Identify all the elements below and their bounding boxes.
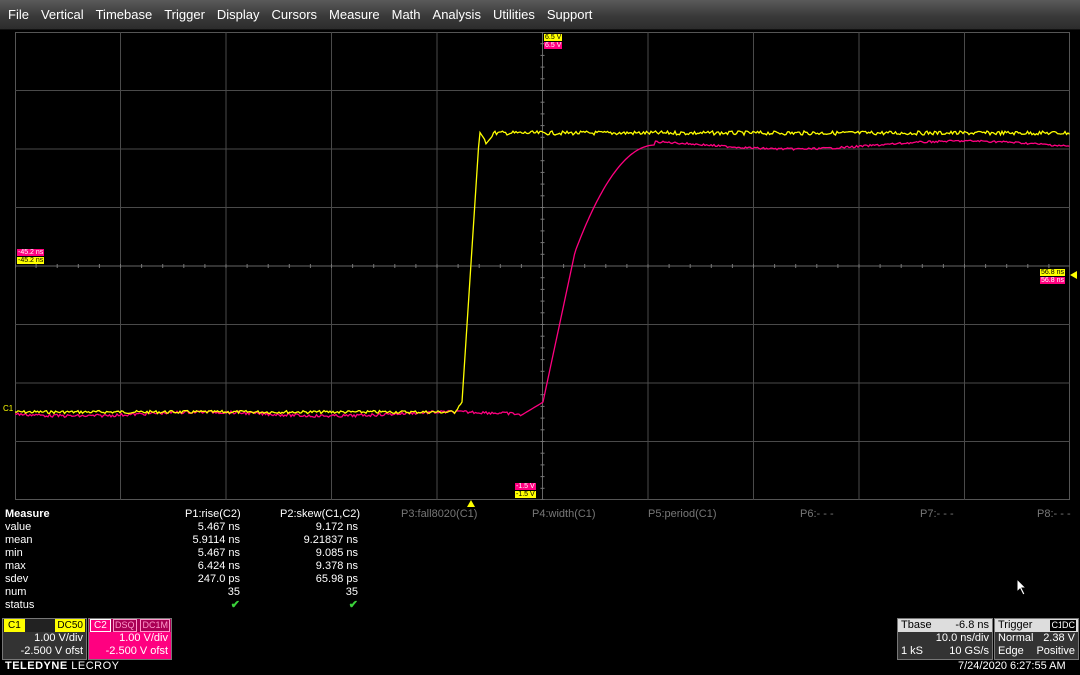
- c1-label: C1: [4, 619, 25, 632]
- measure-row-num: num 35 35: [0, 586, 1080, 599]
- c2-right-time-tag: 56.8 ns: [1040, 277, 1065, 284]
- c1-top-level-tag: 6.5 V: [544, 34, 563, 41]
- p2-min-value: 9.085 ns: [315, 547, 358, 559]
- trigger-type: Edge: [998, 645, 1024, 657]
- trigger-position-icon[interactable]: [467, 500, 475, 507]
- brand-sub: LECROY: [71, 660, 120, 672]
- timebase-rate: 10 GS/s: [949, 645, 989, 657]
- timebase-descriptor[interactable]: Tbase -6.8 ns 10.0 ns/div 1 kS 10 GS/s: [897, 618, 993, 660]
- c2-coupling: DC1M: [140, 619, 170, 632]
- p1-max-value: 6.424 ns: [197, 560, 240, 572]
- menu-utilities[interactable]: Utilities: [487, 0, 541, 29]
- param-header-p4[interactable]: P4:width(C1): [532, 508, 596, 521]
- mouse-pointer-icon: [1016, 578, 1028, 596]
- p1-num-value: 35: [227, 586, 240, 598]
- c1-vdiv: 1.00 V/div: [34, 632, 83, 644]
- p2-value-value: 9.172 ns: [315, 521, 358, 533]
- c1-right-time-tag: 56.8 ns: [1040, 269, 1065, 276]
- menu-vertical[interactable]: Vertical: [35, 0, 90, 29]
- trigger-slope: Positive: [1036, 645, 1075, 657]
- measure-header-row: Measure P1:rise(C2) P2:skew(C1,C2) P3:fall8…: [0, 508, 1080, 521]
- menu-support[interactable]: Support: [541, 0, 599, 29]
- param-header-p3[interactable]: P3:fall8020(C1): [401, 508, 477, 521]
- menu-math[interactable]: Math: [386, 0, 427, 29]
- measure-row-sdev: sdev 247.0 ps 65.98 ps: [0, 573, 1080, 586]
- p1-mean-value: 5.9114 ns: [192, 534, 240, 546]
- c2-bottom-level-tag: -1.5 V: [515, 483, 536, 490]
- param-header-p5[interactable]: P5:period(C1): [648, 508, 716, 521]
- measure-row-status: status ✔ ✔: [0, 599, 1080, 612]
- param-header-p7[interactable]: P7:- - -: [920, 508, 954, 521]
- c2-offset: -2.500 V ofst: [105, 645, 168, 657]
- trigger-descriptor[interactable]: Trigger C1 DC Normal 2.38 V Edge Positiv…: [994, 618, 1079, 660]
- c1-offset: -2.500 V ofst: [20, 645, 83, 657]
- c2-bandwidth: DSQ: [113, 619, 137, 632]
- param-header-p8[interactable]: P8:- - -: [1037, 508, 1071, 521]
- c1-ground-marker[interactable]: C1: [3, 404, 13, 413]
- p1-value-value: 5.467 ns: [197, 521, 240, 533]
- menu-display[interactable]: Display: [211, 0, 266, 29]
- c2-top-level-tag: 6.5 V: [544, 42, 563, 49]
- p2-sdev-value: 65.98 ps: [315, 573, 358, 585]
- p1-status-check-icon: ✔: [230, 599, 240, 611]
- trigger-level-icon[interactable]: [1070, 271, 1077, 279]
- measure-row-label: status: [5, 599, 35, 611]
- c1-coupling: DC50: [55, 619, 85, 632]
- datetime: 7/24/2020 6:27:55 AM: [958, 660, 1066, 672]
- c2-vdiv: 1.00 V/div: [119, 632, 168, 644]
- menu-cursors[interactable]: Cursors: [266, 0, 324, 29]
- p1-sdev-value: 247.0 ps: [197, 573, 240, 585]
- trigger-mode: Normal: [998, 632, 1034, 644]
- menu-bar: File Vertical Timebase Trigger Display Cursor…: [0, 0, 1080, 30]
- measure-row-label: max: [5, 560, 26, 572]
- c2-label: C2: [90, 619, 111, 632]
- trigger-coupling: DC: [1061, 620, 1076, 631]
- measure-row-label: value: [5, 521, 32, 533]
- menu-trigger[interactable]: Trigger: [158, 0, 211, 29]
- param-header-p6[interactable]: P6:- - -: [800, 508, 834, 521]
- trigger-title: Trigger: [998, 619, 1033, 631]
- menu-measure[interactable]: Measure: [323, 0, 386, 29]
- measure-title: Measure: [5, 508, 50, 520]
- brand-name: TELEDYNE: [5, 660, 68, 672]
- measure-row-mean: mean 5.9114 ns 9.21837 ns: [0, 534, 1080, 547]
- menu-file[interactable]: File: [0, 0, 35, 29]
- timebase-title: Tbase: [901, 619, 932, 631]
- p1-min-value: 5.467 ns: [197, 547, 240, 559]
- trigger-level: 2.38 V: [1043, 632, 1075, 644]
- param-header-p2[interactable]: P2:skew(C1,C2): [280, 508, 360, 521]
- p2-max-value: 9.378 ns: [315, 560, 358, 572]
- timebase-points: 1 kS: [901, 645, 924, 657]
- c1-bottom-level-tag: -1.5 V: [515, 491, 536, 498]
- waveform-grid: [15, 32, 1070, 500]
- p2-status-check-icon: ✔: [348, 599, 358, 611]
- timebase-tdiv: 10.0 ns/div: [935, 632, 989, 644]
- measure-row-value: value 5.467 ns 9.172 ns: [0, 521, 1080, 534]
- measure-row-label: sdev: [5, 573, 29, 585]
- measure-table[interactable]: Measure P1:rise(C2) P2:skew(C1,C2) P3:fall8…: [0, 508, 1080, 618]
- c2-left-time-tag: -45.2 ns: [17, 249, 45, 256]
- measure-row-label: num: [5, 586, 27, 598]
- measure-row-label: min: [5, 547, 23, 559]
- p2-num-value: 35: [345, 586, 358, 598]
- brand-logo: TELEDYNE LECROY: [5, 660, 120, 672]
- measure-row-max: max 6.424 ns 9.378 ns: [0, 560, 1080, 573]
- waveform-display[interactable]: [15, 32, 1070, 500]
- measure-row-min: min 5.467 ns 9.085 ns: [0, 547, 1080, 560]
- menu-analysis[interactable]: Analysis: [427, 0, 487, 29]
- param-header-p1[interactable]: P1:rise(C2): [185, 508, 241, 521]
- timebase-delay: -6.8 ns: [955, 619, 989, 631]
- menu-timebase[interactable]: Timebase: [90, 0, 159, 29]
- c1-left-time-tag: -45.2 ns: [17, 257, 45, 264]
- measure-row-label: mean: [5, 534, 33, 546]
- channel-c1-descriptor[interactable]: C1 DC50 1.00 V/div -2.500 V ofst: [2, 618, 87, 660]
- channel-c2-descriptor[interactable]: C2 DSQ DC1M 1.00 V/div -2.500 V ofst: [88, 618, 172, 660]
- p2-mean-value: 9.21837 ns: [303, 534, 358, 546]
